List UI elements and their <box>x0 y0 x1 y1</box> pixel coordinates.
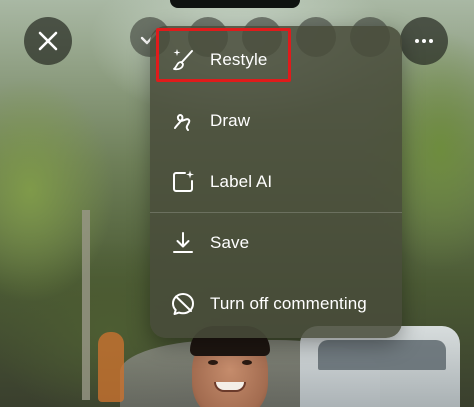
menu-item-label: Save <box>210 233 250 252</box>
car-window <box>318 340 446 370</box>
ellipsis-icon <box>415 39 433 43</box>
more-options-button[interactable] <box>400 17 448 65</box>
background-person <box>98 332 124 402</box>
subject-eye-left <box>208 360 218 365</box>
menu-item-save[interactable]: Save <box>150 213 402 273</box>
street-post <box>82 210 90 400</box>
download-icon <box>170 230 196 256</box>
device-notch <box>170 0 300 8</box>
menu-item-draw[interactable]: Draw <box>150 91 402 151</box>
subject-eye-right <box>242 360 252 365</box>
subject-smile <box>214 382 246 392</box>
menu-item-label: Turn off commenting <box>210 294 367 313</box>
sparkle-square-icon <box>170 169 196 195</box>
menu-item-label: Label AI <box>210 172 273 191</box>
close-icon <box>38 31 58 51</box>
menu-item-label: Draw <box>210 111 251 130</box>
close-button[interactable] <box>24 17 72 65</box>
menu-item-label-ai[interactable]: Label AI <box>150 152 402 212</box>
highlight-box <box>156 28 291 82</box>
comment-off-icon <box>170 291 196 317</box>
squiggle-pen-icon <box>170 108 196 134</box>
menu-item-turn-off-commenting[interactable]: Turn off commenting <box>150 274 402 334</box>
